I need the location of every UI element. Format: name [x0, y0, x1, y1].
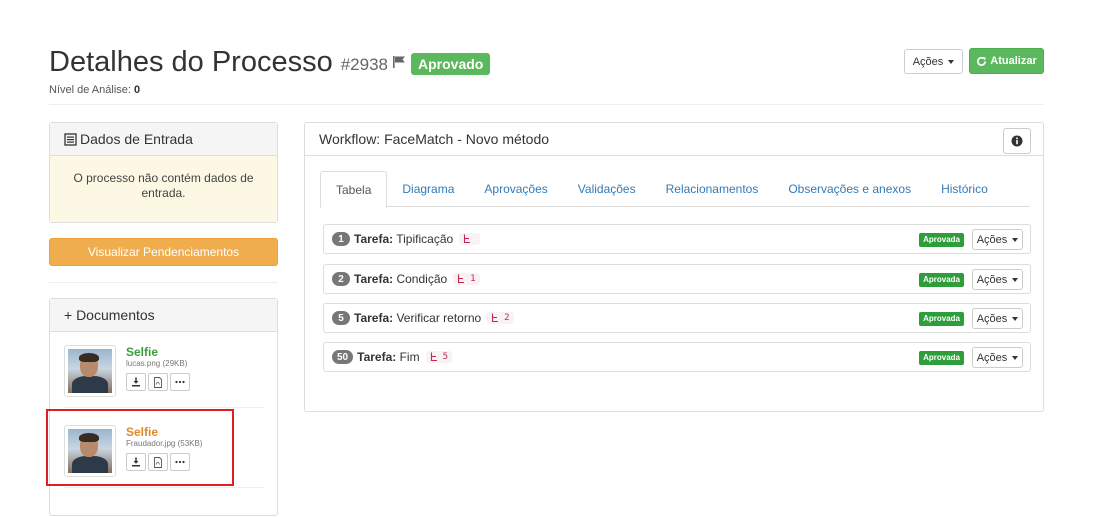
- hierarchy-icon: [458, 274, 465, 284]
- caret-down-icon: [1012, 355, 1019, 360]
- tab-relacionamentos[interactable]: Relacionamentos: [651, 171, 774, 207]
- tab-aprovacoes[interactable]: Aprovações: [469, 171, 562, 207]
- caret-down-icon: [1012, 237, 1019, 242]
- hierarchy-icon: [430, 352, 437, 362]
- task-name: Verificar retorno: [396, 311, 482, 325]
- task-prefix: Tarefa:: [354, 232, 394, 246]
- task-actions-label: Ações: [976, 273, 1008, 286]
- task-actions-label: Ações: [976, 351, 1008, 364]
- task-code: 5: [425, 351, 453, 363]
- task-status-badge: Aprovada: [919, 273, 964, 287]
- analysis-level: Nível de Análise: 0: [49, 84, 140, 96]
- task-label: Tarefa: Condição: [354, 272, 447, 286]
- process-id: #2938: [340, 55, 388, 74]
- input-data-heading: Dados de Entrada: [50, 123, 277, 156]
- caret-down-icon: [1012, 277, 1019, 282]
- input-data-title: Dados de Entrada: [80, 131, 193, 147]
- task-row[interactable]: 5 Tarefa: Verificar retorno 2 Aprovada A…: [323, 303, 1031, 333]
- task-prefix: Tarefa:: [354, 272, 394, 286]
- more-icon: [175, 380, 185, 384]
- actions-dropdown-button[interactable]: Ações: [904, 49, 963, 74]
- task-actions-button[interactable]: Ações: [972, 308, 1023, 329]
- task-actions-label: Ações: [976, 312, 1008, 325]
- document-divider: [64, 487, 264, 488]
- refresh-button[interactable]: Atualizar: [969, 48, 1044, 74]
- document-thumbnail[interactable]: [64, 345, 116, 397]
- tab-historico[interactable]: Histórico: [926, 171, 1003, 207]
- task-code: 1: [453, 273, 480, 285]
- workflow-panel: Workflow: FaceMatch - Novo método Tabela…: [304, 122, 1044, 412]
- task-code-value: 2: [504, 313, 510, 323]
- workflow-title: Workflow: FaceMatch - Novo método: [319, 131, 550, 147]
- download-button[interactable]: [126, 373, 146, 391]
- task-status-badge: Aprovada: [919, 351, 964, 365]
- list-icon: [64, 132, 77, 146]
- task-actions-button[interactable]: Ações: [972, 269, 1023, 290]
- pdf-icon: [154, 376, 162, 388]
- header-divider: [49, 104, 1044, 105]
- task-code-value: 1: [470, 274, 476, 284]
- more-button[interactable]: [170, 373, 190, 391]
- caret-down-icon: [1012, 316, 1019, 321]
- page-title: Detalhes do Processo #2938 Aprovado: [49, 42, 491, 82]
- task-label: Tarefa: Tipificação: [354, 232, 453, 246]
- actions-label: Ações: [912, 55, 944, 68]
- task-row[interactable]: 1 Tarefa: Tipificação Aprovada Ações: [323, 224, 1031, 254]
- task-actions-button[interactable]: Ações: [972, 229, 1023, 250]
- hierarchy-icon: [492, 313, 499, 323]
- task-status-badge: Aprovada: [919, 233, 964, 247]
- pdf-button[interactable]: [148, 373, 168, 391]
- left-divider: [49, 282, 278, 283]
- flag-icon: [392, 55, 406, 74]
- analysis-level-label: Nível de Análise:: [49, 84, 131, 96]
- document-actions: [126, 373, 190, 391]
- task-order-badge: 1: [332, 232, 350, 246]
- task-label: Tarefa: Verificar retorno: [354, 311, 481, 325]
- documents-title: + Documentos: [64, 307, 155, 323]
- document-title[interactable]: Selfie: [126, 345, 158, 359]
- task-row[interactable]: 50 Tarefa: Fim 5 Aprovada Ações: [323, 342, 1031, 372]
- refresh-label: Atualizar: [990, 55, 1037, 67]
- task-name: Tipificação: [396, 232, 454, 246]
- task-prefix: Tarefa:: [354, 311, 394, 325]
- refresh-icon: [977, 56, 987, 66]
- tab-validacoes[interactable]: Validações: [563, 171, 651, 207]
- input-data-empty-message: O processo não contém dados de entrada.: [50, 156, 277, 222]
- analysis-level-value: 0: [134, 84, 141, 96]
- task-prefix: Tarefa:: [357, 350, 397, 364]
- workflow-tabs: Tabela Diagrama Aprovações Validações Re…: [320, 171, 1030, 208]
- workflow-heading: Workflow: FaceMatch - Novo método: [305, 123, 1043, 156]
- task-code-value: 5: [442, 352, 449, 362]
- input-data-panel: Dados de Entrada O processo não contém d…: [49, 122, 278, 223]
- tab-diagrama[interactable]: Diagrama: [387, 171, 469, 207]
- task-order-badge: 50: [332, 350, 354, 364]
- task-actions-label: Ações: [976, 233, 1008, 246]
- download-icon: [132, 377, 140, 387]
- documents-heading[interactable]: + Documentos: [50, 299, 277, 332]
- task-row[interactable]: 2 Tarefa: Condição 1 Aprovada Ações: [323, 264, 1031, 294]
- task-code: [459, 233, 481, 245]
- document-divider: [64, 407, 264, 408]
- task-label: Tarefa: Fim: [357, 350, 419, 364]
- highlight-annotation-box: [46, 409, 234, 486]
- status-badge: Aprovado: [411, 53, 491, 75]
- caret-down-icon: [948, 59, 955, 64]
- info-button[interactable]: [1003, 128, 1031, 154]
- tab-tabela[interactable]: Tabela: [320, 171, 388, 208]
- task-name: Fim: [399, 350, 420, 364]
- hierarchy-icon: [464, 234, 471, 244]
- document-filename: lucas.png (29KB): [126, 359, 188, 368]
- info-icon: [1011, 135, 1023, 147]
- tab-observacoes-anexos[interactable]: Observações e anexos: [773, 171, 926, 207]
- task-code: 2: [487, 312, 514, 324]
- view-pending-button[interactable]: Visualizar Pendenciamentos: [49, 238, 278, 266]
- task-status-badge: Aprovada: [919, 312, 964, 326]
- page-title-text: Detalhes do Processo: [49, 45, 333, 78]
- task-order-badge: 2: [332, 272, 350, 286]
- task-actions-button[interactable]: Ações: [972, 347, 1023, 368]
- task-name: Condição: [396, 272, 448, 286]
- task-order-badge: 5: [332, 311, 350, 325]
